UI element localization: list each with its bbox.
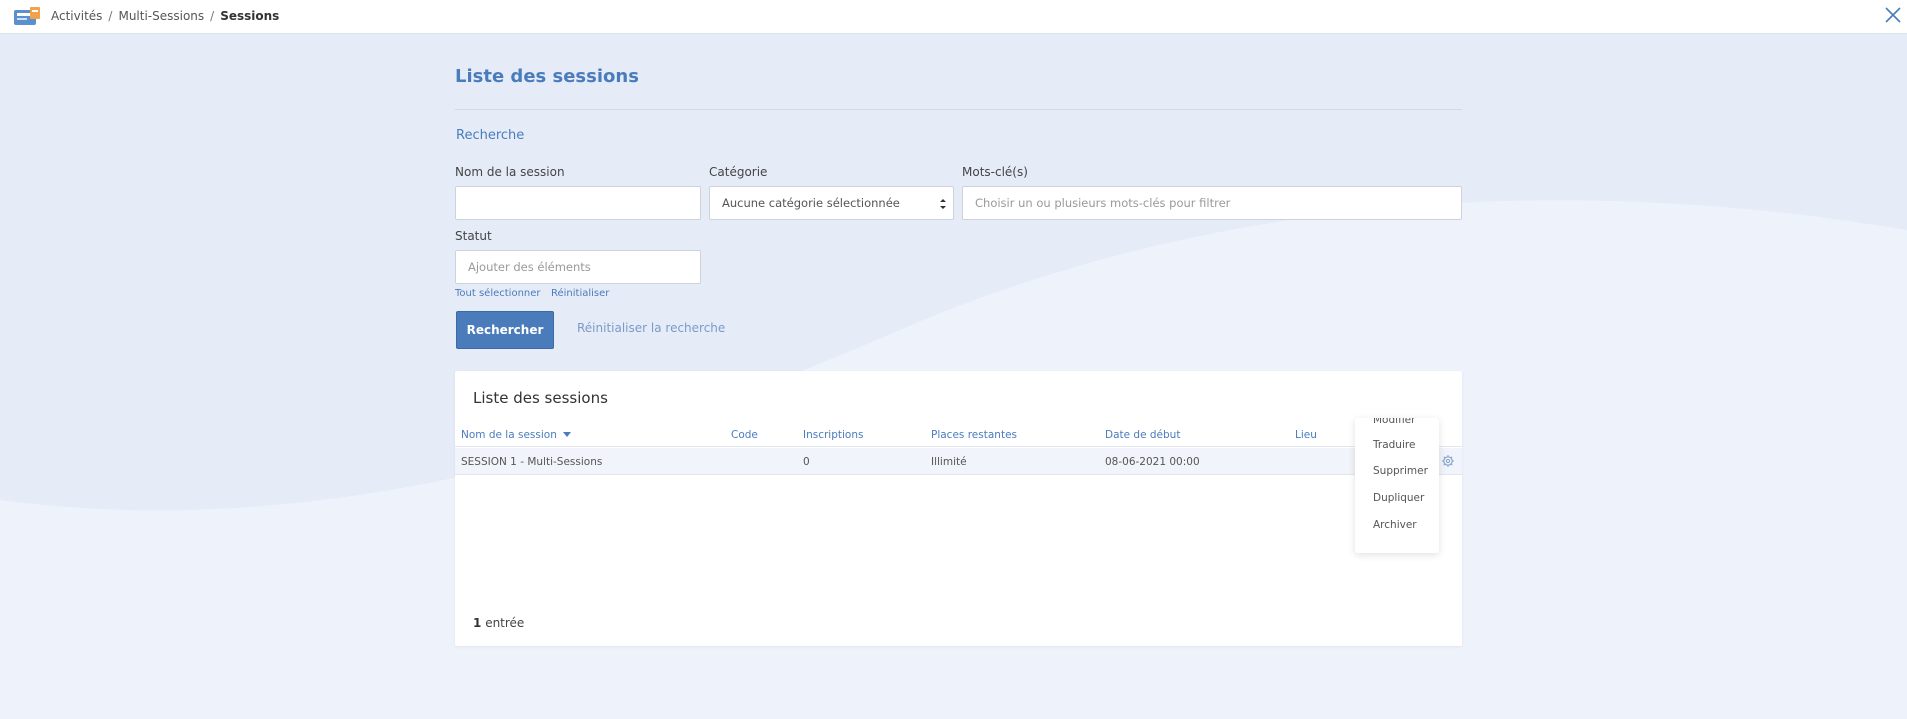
cell-session-name: SESSION 1 - Multi-Sessions xyxy=(461,456,603,468)
select-arrows-icon xyxy=(940,199,946,209)
column-header-date[interactable]: Date de début xyxy=(1105,429,1180,441)
column-header-code[interactable]: Code xyxy=(731,429,758,441)
keywords-label: Mots-clé(s) xyxy=(962,165,1028,179)
breadcrumb-separator: / xyxy=(210,9,215,23)
select-all-link[interactable]: Tout sélectionner xyxy=(455,288,541,299)
table-header: Nom de la session Code Inscriptions Plac… xyxy=(455,422,1462,447)
category-label: Catégorie xyxy=(709,165,768,179)
column-header-inscriptions[interactable]: Inscriptions xyxy=(803,429,863,441)
breadcrumb-item-sessions: Sessions xyxy=(220,9,280,23)
reset-search-button[interactable]: Réinitialiser la recherche xyxy=(577,321,725,335)
menu-item-archiver[interactable]: Archiver xyxy=(1373,519,1417,531)
gear-icon[interactable] xyxy=(1441,454,1455,468)
column-header-name-label: Nom de la session xyxy=(461,429,557,441)
breadcrumb-item-activites[interactable]: Activités xyxy=(51,9,102,23)
reset-status-link[interactable]: Réinitialiser xyxy=(551,288,609,299)
sort-down-icon xyxy=(563,432,572,437)
close-icon[interactable] xyxy=(1884,6,1902,24)
column-header-places[interactable]: Places restantes xyxy=(931,429,1017,441)
breadcrumb-item-multi-sessions[interactable]: Multi-Sessions xyxy=(118,9,204,23)
entry-count: 1 entrée xyxy=(473,616,524,630)
entry-count-number: 1 xyxy=(473,616,482,630)
menu-item-supprimer[interactable]: Supprimer xyxy=(1373,465,1428,477)
cell-date: 08-06-2021 00:00 xyxy=(1105,456,1200,468)
row-actions-menu: Modifier Traduire Supprimer Dupliquer Ar… xyxy=(1355,418,1439,553)
session-name-input[interactable] xyxy=(455,186,701,220)
entry-count-label: entrée xyxy=(485,616,525,630)
menu-item-traduire[interactable]: Traduire xyxy=(1373,439,1415,451)
column-header-lieu[interactable]: Lieu xyxy=(1295,429,1317,441)
search-button[interactable]: Rechercher xyxy=(456,311,554,349)
page-title: Liste des sessions xyxy=(455,66,639,87)
status-label: Statut xyxy=(455,229,492,243)
table-row[interactable]: SESSION 1 - Multi-Sessions 0 Illimité 08… xyxy=(455,448,1462,475)
keywords-input[interactable]: Choisir un ou plusieurs mots-clés pour f… xyxy=(962,186,1462,220)
status-input[interactable]: Ajouter des éléments xyxy=(455,250,701,284)
cell-places: Illimité xyxy=(931,456,967,468)
cell-inscriptions: 0 xyxy=(803,456,810,468)
divider xyxy=(455,109,1462,110)
category-select-value: Aucune catégorie sélectionnée xyxy=(722,196,900,210)
menu-item-dupliquer[interactable]: Dupliquer xyxy=(1373,492,1424,504)
column-header-name[interactable]: Nom de la session xyxy=(461,429,572,441)
breadcrumb-separator: / xyxy=(108,9,113,23)
app-logo-icon xyxy=(14,7,40,25)
search-section-title: Recherche xyxy=(456,128,525,143)
category-select[interactable]: Aucune catégorie sélectionnée xyxy=(709,186,954,220)
menu-item-modifier[interactable]: Modifier xyxy=(1373,418,1415,426)
sessions-panel: Liste des sessions Nom de la session Cod… xyxy=(455,371,1462,646)
session-name-label: Nom de la session xyxy=(455,165,565,179)
breadcrumb: Activités / Multi-Sessions / Sessions xyxy=(51,9,279,23)
top-bar: Activités / Multi-Sessions / Sessions xyxy=(0,0,1907,34)
panel-title: Liste des sessions xyxy=(473,389,608,407)
